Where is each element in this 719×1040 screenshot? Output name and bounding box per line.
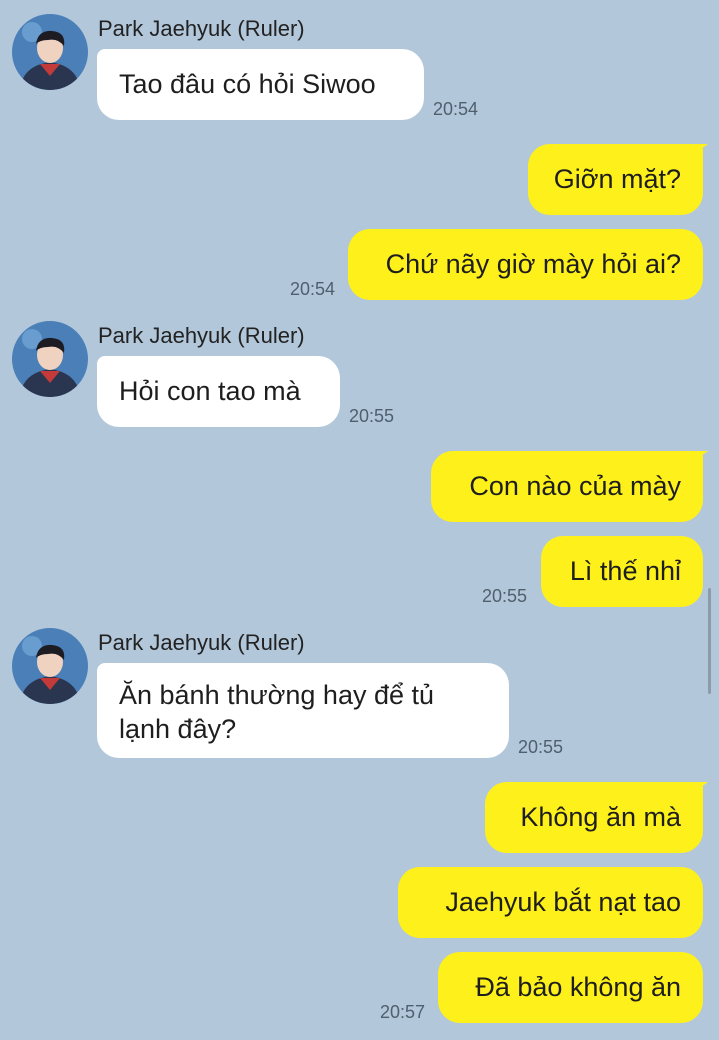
message-timestamp: 20:55	[518, 737, 564, 757]
bubble-tail	[694, 451, 708, 461]
sender-name: Park Jaehyuk (Ruler)	[98, 16, 305, 41]
message-bubble-outgoing[interactable]: Không ăn mà	[485, 782, 703, 853]
sender-avatar[interactable]	[12, 628, 88, 704]
message-timestamp: 20:57	[380, 1002, 426, 1022]
message-bubble-outgoing[interactable]: Jaehyuk bắt nạt tao	[398, 867, 703, 938]
message-bubble-incoming[interactable]: Ăn bánh thường hay để tủ lạnh đây?	[97, 663, 509, 758]
bubble-tail	[694, 144, 708, 154]
message-bubble-outgoing[interactable]: Giỡn mặt?	[528, 144, 703, 215]
message-timestamp: 20:54	[433, 99, 479, 119]
message-bubble-incoming[interactable]: Hỏi con tao mà	[97, 356, 340, 427]
message-timestamp: 20:54	[290, 279, 336, 299]
message-bubble-outgoing[interactable]: Lì thế nhỉ	[541, 536, 703, 607]
sender-avatar[interactable]	[12, 14, 88, 90]
message-bubble-outgoing[interactable]: Đã bảo không ăn	[438, 952, 703, 1023]
bubble-tail	[694, 782, 708, 792]
message-bubble-incoming[interactable]: Tao đâu có hỏi Siwoo	[97, 49, 424, 120]
message-timestamp: 20:55	[349, 406, 395, 426]
sender-avatar[interactable]	[12, 321, 88, 397]
sender-name: Park Jaehyuk (Ruler)	[98, 630, 305, 655]
sender-name: Park Jaehyuk (Ruler)	[98, 323, 305, 348]
message-timestamp: 20:55	[482, 586, 528, 606]
message-bubble-outgoing[interactable]: Chứ nãy giờ mày hỏi ai?	[348, 229, 703, 300]
scrollbar[interactable]	[708, 588, 711, 694]
message-bubble-outgoing[interactable]: Con nào của mày	[431, 451, 703, 522]
